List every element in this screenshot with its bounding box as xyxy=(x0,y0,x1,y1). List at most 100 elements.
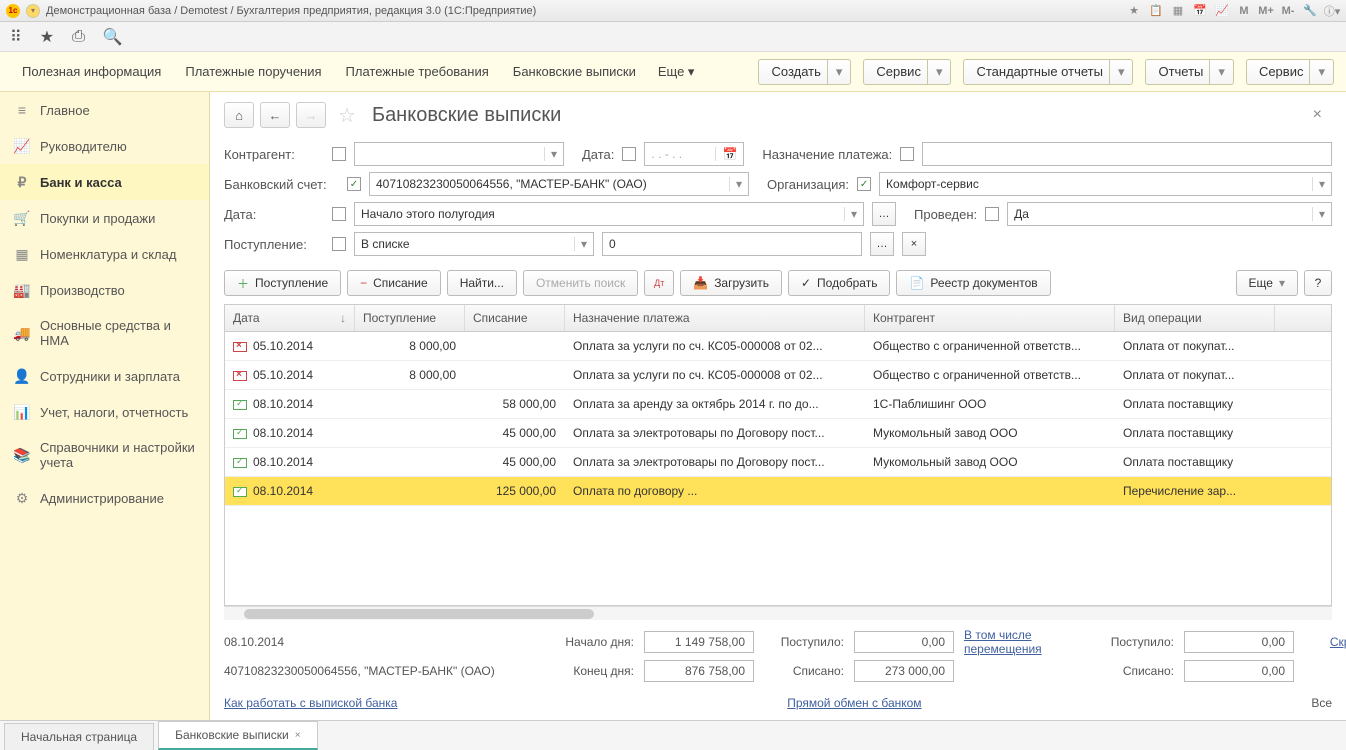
purpose-checkbox[interactable] xyxy=(900,147,914,161)
dropdown-icon[interactable]: ▾ xyxy=(26,4,40,18)
grid-body[interactable]: 05.10.2014 8 000,00 Оплата за услуги по … xyxy=(225,332,1331,605)
sidebar-item-1[interactable]: 📈Руководителю xyxy=(0,128,209,164)
cmdbar-link-3[interactable]: Банковские выписки xyxy=(503,64,646,79)
how-to-link[interactable]: Как работать с выпиской банка xyxy=(224,696,397,710)
sidebar-item-3[interactable]: 🛒Покупки и продажи xyxy=(0,200,209,236)
registry-button[interactable]: 📄Реестр документов xyxy=(896,270,1050,296)
sidebar-item-0[interactable]: ≡Главное xyxy=(0,92,209,128)
out2-value: 0,00 xyxy=(1184,660,1294,682)
sidebar-item-10[interactable]: ⚙Администрирование xyxy=(0,480,209,516)
inflow-clear-button[interactable]: × xyxy=(902,232,926,256)
close-icon[interactable]: × xyxy=(1303,106,1332,124)
search-icon[interactable]: 🔍 xyxy=(103,27,123,47)
sidebar-item-8[interactable]: 📊Учет, налоги, отчетность xyxy=(0,394,209,430)
favorite-icon[interactable]: ★ xyxy=(1126,3,1142,19)
m-minus-icon[interactable]: M- xyxy=(1280,3,1296,19)
col-in-header[interactable]: Поступление xyxy=(355,305,465,331)
m-icon[interactable]: M xyxy=(1236,3,1252,19)
favorite-star-icon[interactable]: ☆ xyxy=(338,103,356,128)
hide-totals-link[interactable]: Скрыть итоги xyxy=(1304,635,1346,649)
table-row[interactable]: 08.10.2014 45 000,00 Оплата за электрото… xyxy=(225,419,1331,448)
contractor-checkbox[interactable] xyxy=(332,147,346,161)
calc-icon[interactable]: ▦ xyxy=(1170,3,1186,19)
table-row[interactable]: 08.10.2014 45 000,00 Оплата за электрото… xyxy=(225,448,1331,477)
inflow-select-button[interactable]: … xyxy=(870,232,894,256)
reports-button[interactable]: Отчеты▾ xyxy=(1145,59,1233,85)
inflow-value-input[interactable]: 0 xyxy=(602,232,862,256)
contractor-input[interactable]: ▾ xyxy=(354,142,564,166)
report-icon[interactable]: 📈 xyxy=(1214,3,1230,19)
tab-bank-statements[interactable]: Банковские выписки× xyxy=(158,721,317,750)
dt-kt-button[interactable]: Дт xyxy=(644,270,674,296)
table-row[interactable]: 08.10.2014 125 000,00 Оплата по договору… xyxy=(225,477,1331,506)
m-plus-icon[interactable]: M+ xyxy=(1258,3,1274,19)
horizontal-scrollbar[interactable] xyxy=(224,606,1332,620)
cmdbar-link-0[interactable]: Полезная информация xyxy=(12,64,171,79)
find-button[interactable]: Найти... xyxy=(447,270,517,296)
sidebar-item-9[interactable]: 📚Справочники и настройки учета xyxy=(0,430,209,480)
transfers-link[interactable]: В том числе перемещения xyxy=(964,628,1084,656)
service-button[interactable]: Сервис▾ xyxy=(863,59,951,85)
inflow-button[interactable]: ＋Поступление xyxy=(224,270,341,296)
more-button[interactable]: Еще▾ xyxy=(1236,270,1298,296)
period-input[interactable]: Начало этого полугодия▾ xyxy=(354,202,864,226)
period-select-button[interactable]: … xyxy=(872,202,896,226)
date-input[interactable]: . . - . .📅 xyxy=(644,142,744,166)
caret-icon[interactable]: ▾ xyxy=(1109,60,1133,84)
sidebar-item-6[interactable]: 🚚Основные средства и НМА xyxy=(0,308,209,358)
apps-icon[interactable]: ⠿ xyxy=(10,27,22,47)
service2-button[interactable]: Сервис▾ xyxy=(1246,59,1334,85)
table-row[interactable]: 08.10.2014 58 000,00 Оплата за аренду за… xyxy=(225,390,1331,419)
sidebar-item-2[interactable]: ₽Банк и касса xyxy=(0,164,209,200)
help-button[interactable]: ? xyxy=(1304,270,1332,296)
forward-button[interactable]: → xyxy=(296,102,326,128)
inflow-mode-input[interactable]: В списке▾ xyxy=(354,232,594,256)
inflow-checkbox[interactable] xyxy=(332,237,346,251)
outflow-button[interactable]: −Списание xyxy=(347,270,441,296)
col-type-header[interactable]: Вид операции xyxy=(1115,305,1275,331)
sidebar-item-7[interactable]: 👤Сотрудники и зарплата xyxy=(0,358,209,394)
back-button[interactable]: ← xyxy=(260,102,290,128)
cmdbar-link-1[interactable]: Платежные поручения xyxy=(175,64,331,79)
account-input[interactable]: 40710823230050064556, "МАСТЕР-БАНК" (ОАО… xyxy=(369,172,749,196)
load-button[interactable]: 📥Загрузить xyxy=(680,270,782,296)
settings-icon[interactable]: 🔧 xyxy=(1302,3,1318,19)
caret-icon[interactable]: ▾ xyxy=(827,60,851,84)
cmdbar-link-2[interactable]: Платежные требования xyxy=(336,64,499,79)
tab-start[interactable]: Начальная страница xyxy=(4,723,154,750)
sidebar-item-5[interactable]: 🏭Производство xyxy=(0,272,209,308)
posted-input[interactable]: Да▾ xyxy=(1007,202,1332,226)
org-input[interactable]: Комфорт-сервис▾ xyxy=(879,172,1332,196)
posted-checkbox[interactable] xyxy=(985,207,999,221)
calendar-icon[interactable]: 📅 xyxy=(1192,3,1208,19)
std-reports-button[interactable]: Стандартные отчеты▾ xyxy=(963,59,1133,85)
col-out-header[interactable]: Списание xyxy=(465,305,565,331)
clipboard-icon[interactable]: 📋 xyxy=(1148,3,1164,19)
tab-close-icon[interactable]: × xyxy=(295,730,301,741)
caret-icon[interactable]: ▾ xyxy=(927,60,951,84)
sidebar-icon: 📊 xyxy=(14,404,30,420)
date-checkbox[interactable] xyxy=(622,147,636,161)
account-checkbox[interactable] xyxy=(347,177,361,191)
sidebar-item-4[interactable]: ▦Номенклатура и склад xyxy=(0,236,209,272)
col-date-header[interactable]: Дата↓ xyxy=(225,305,355,331)
table-row[interactable]: 05.10.2014 8 000,00 Оплата за услуги по … xyxy=(225,332,1331,361)
purpose-input[interactable] xyxy=(922,142,1332,166)
col-contr-header[interactable]: Контрагент xyxy=(865,305,1115,331)
cmdbar-more[interactable]: Еще ▾ xyxy=(650,64,703,80)
caret-icon[interactable]: ▾ xyxy=(1309,60,1333,84)
history-icon[interactable]: ⎙ xyxy=(72,28,85,46)
home-button[interactable]: ⌂ xyxy=(224,102,254,128)
table-row[interactable]: 05.10.2014 8 000,00 Оплата за услуги по … xyxy=(225,361,1331,390)
col-desc-header[interactable]: Назначение платежа xyxy=(565,305,865,331)
period-checkbox[interactable] xyxy=(332,207,346,221)
create-button[interactable]: Создать▾ xyxy=(758,59,851,85)
exchange-link[interactable]: Прямой обмен с банком xyxy=(787,696,921,710)
cancel-find-button[interactable]: Отменить поиск xyxy=(523,270,638,296)
pick-button[interactable]: ✓Подобрать xyxy=(788,270,890,296)
org-checkbox[interactable] xyxy=(857,177,871,191)
star-icon[interactable]: ★ xyxy=(40,27,54,47)
info-icon[interactable]: ⓘ▾ xyxy=(1324,3,1340,19)
all-link[interactable]: Все xyxy=(1311,696,1332,710)
caret-icon[interactable]: ▾ xyxy=(1209,60,1233,84)
